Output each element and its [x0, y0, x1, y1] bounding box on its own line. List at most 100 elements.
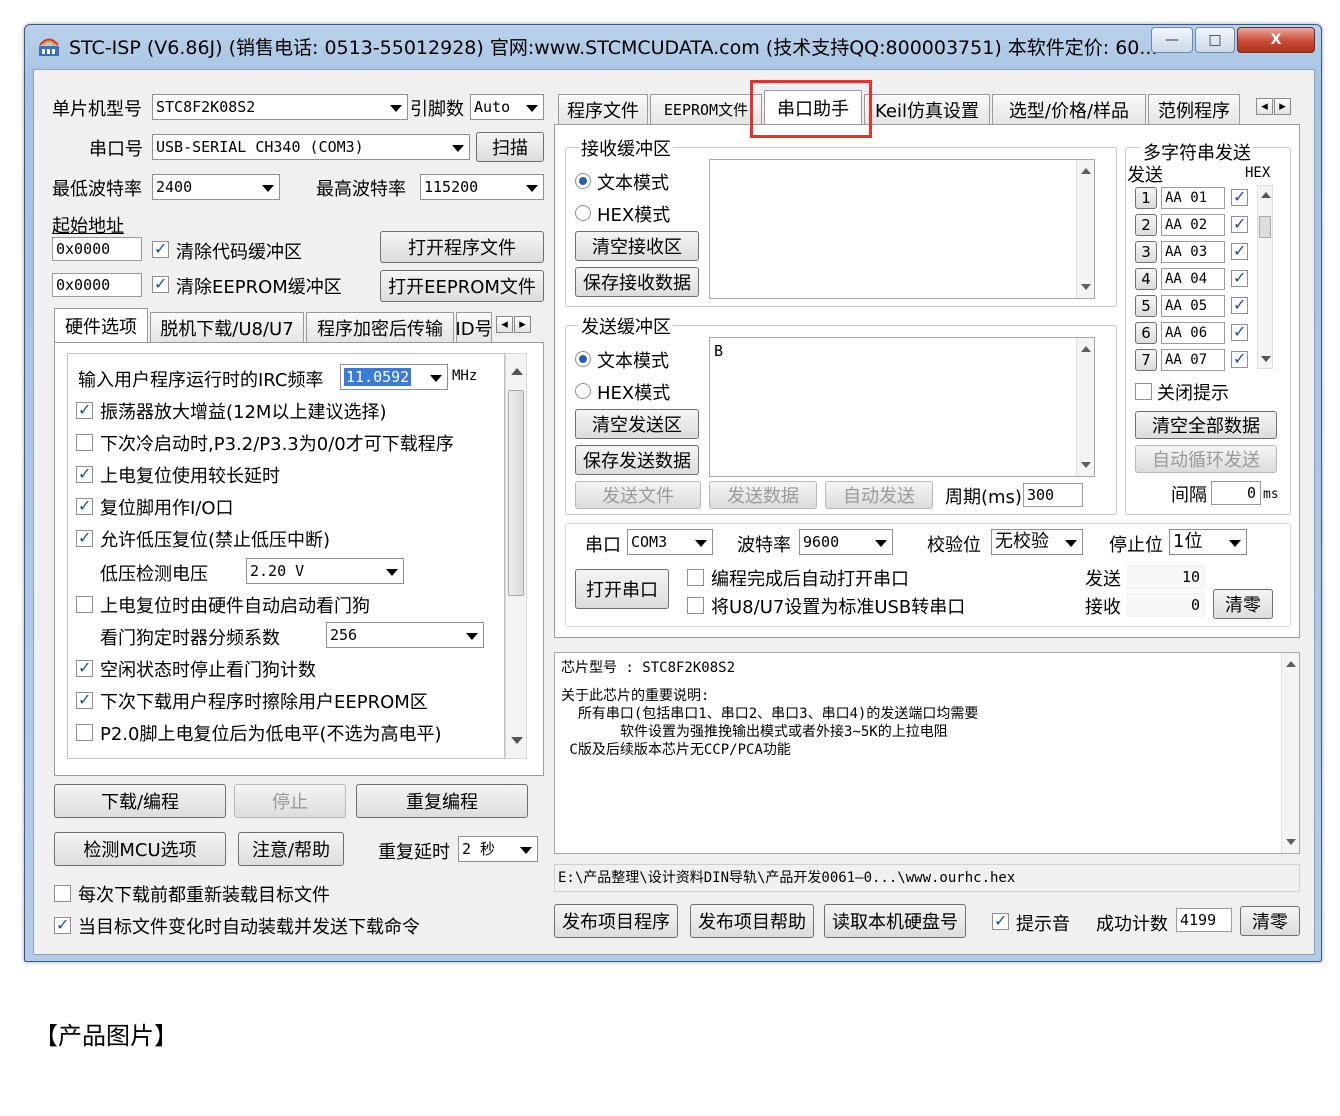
multi-send-row-input[interactable]: AA 07 — [1161, 349, 1225, 371]
multi-send-row-input[interactable]: AA 05 — [1161, 295, 1225, 317]
beep-checkbox[interactable] — [992, 911, 1009, 930]
scroll-thumb[interactable] — [1259, 216, 1271, 238]
multi-send-row-button[interactable]: 6 — [1135, 322, 1157, 344]
port-select[interactable]: USB-SERIAL CH340 (COM3) — [152, 134, 470, 160]
receive-scrollbar[interactable] — [1076, 160, 1094, 298]
close-button[interactable]: X — [1237, 27, 1315, 53]
option-checkbox[interactable] — [76, 596, 93, 613]
clear-receive-button[interactable]: 清空接收区 — [575, 231, 699, 261]
open-eeprom-file-button[interactable]: 打开EEPROM文件 — [380, 270, 544, 302]
multi-send-row-input[interactable]: AA 01 — [1161, 187, 1225, 209]
option-checkbox[interactable] — [76, 434, 93, 451]
serial-port-select[interactable]: COM3 — [627, 529, 713, 555]
help-button[interactable]: 注意/帮助 — [238, 832, 344, 866]
publish-help-button[interactable]: 发布项目帮助 — [690, 904, 814, 938]
multi-send-row-button[interactable]: 7 — [1135, 349, 1157, 371]
send-text-mode-radio[interactable] — [575, 351, 591, 367]
clear-success-button[interactable]: 清零 — [1240, 906, 1300, 936]
tab-hardware-options[interactable]: 硬件选项 — [54, 308, 148, 342]
publish-program-button[interactable]: 发布项目程序 — [554, 904, 678, 938]
tab-encrypted-transfer[interactable]: 程序加密后传输 — [306, 312, 454, 342]
close-tip-checkbox[interactable] — [1135, 383, 1152, 400]
send-hex-mode-radio[interactable] — [575, 383, 591, 399]
pins-select[interactable]: Auto — [470, 94, 544, 120]
recv-hex-mode-radio[interactable] — [575, 205, 591, 221]
clear-all-button[interactable]: 清空全部数据 — [1135, 411, 1277, 439]
mcu-type-select[interactable]: STC8F2K08S2 — [152, 94, 408, 120]
tab-scroll-left-icon[interactable]: ◂ — [1256, 98, 1273, 115]
stop-button[interactable]: 停止 — [234, 784, 346, 818]
clear-code-checkbox[interactable] — [152, 239, 169, 258]
interval-input[interactable]: 0 — [1211, 481, 1261, 505]
tab-examples[interactable]: 范例程序 — [1148, 94, 1240, 124]
multi-send-row-input[interactable]: AA 06 — [1161, 322, 1225, 344]
option-checkbox[interactable] — [76, 690, 93, 709]
tab-offline-download[interactable]: 脱机下载/U8/U7 — [150, 312, 304, 342]
recv-text-mode-radio[interactable] — [575, 173, 591, 189]
option-checkbox[interactable] — [76, 528, 93, 547]
multi-send-hex-checkbox[interactable] — [1231, 268, 1248, 287]
min-baud-select[interactable]: 2400 — [152, 174, 280, 200]
multi-send-row-input[interactable]: AA 02 — [1161, 214, 1225, 236]
parity-select[interactable]: 无校验 — [991, 529, 1083, 555]
scroll-down-icon[interactable] — [511, 737, 523, 744]
multi-send-hex-checkbox[interactable] — [1231, 322, 1248, 341]
multi-send-hex-checkbox[interactable] — [1231, 187, 1248, 206]
scroll-up-icon[interactable] — [511, 368, 523, 375]
scroll-thumb[interactable] — [508, 390, 524, 596]
maximize-button[interactable]: □ — [1195, 27, 1235, 53]
receive-textarea[interactable] — [709, 159, 1095, 299]
option-checkbox[interactable] — [76, 496, 93, 515]
open-serial-button[interactable]: 打开串口 — [575, 569, 669, 609]
tab-keil-settings[interactable]: Keil仿真设置 — [864, 94, 990, 124]
auto-send-button[interactable]: 自动发送 — [825, 481, 933, 509]
multi-send-row-input[interactable]: AA 04 — [1161, 268, 1225, 290]
multi-send-row-button[interactable]: 5 — [1135, 295, 1157, 317]
stop-bits-select[interactable]: 1位 — [1169, 529, 1247, 555]
save-send-button[interactable]: 保存发送数据 — [575, 445, 699, 475]
reload-checkbox[interactable] — [54, 885, 71, 902]
tab-scroll-left-icon[interactable]: ◂ — [496, 316, 513, 333]
open-program-file-button[interactable]: 打开程序文件 — [380, 231, 544, 263]
multi-send-hex-checkbox[interactable] — [1231, 295, 1248, 314]
read-disk-button[interactable]: 读取本机硬盘号 — [824, 904, 966, 938]
clear-count-button[interactable]: 清零 — [1213, 589, 1273, 619]
clear-send-button[interactable]: 清空发送区 — [575, 409, 699, 439]
irc-frequency-select[interactable]: 11.0592 — [340, 364, 448, 390]
tab-id[interactable]: ID号 — [456, 312, 492, 342]
scroll-up-icon[interactable] — [1081, 346, 1091, 352]
scroll-up-icon[interactable] — [1081, 168, 1091, 174]
multi-send-row-input[interactable]: AA 03 — [1161, 241, 1225, 263]
option-checkbox[interactable] — [76, 724, 93, 741]
scroll-up-icon[interactable] — [1286, 661, 1296, 667]
wdt-divider-select[interactable]: 256 — [326, 622, 484, 648]
info-scrollbar[interactable] — [1281, 653, 1299, 853]
scroll-down-icon[interactable] — [1261, 356, 1271, 362]
multi-send-hex-checkbox[interactable] — [1231, 214, 1248, 233]
minimize-button[interactable]: — — [1151, 27, 1193, 53]
baud-select[interactable]: 9600 — [799, 529, 893, 555]
tab-selection-price[interactable]: 选型/价格/样品 — [992, 94, 1146, 124]
options-scrollbar[interactable] — [505, 353, 527, 759]
send-scrollbar[interactable] — [1076, 338, 1094, 476]
detect-mcu-button[interactable]: 检测MCU选项 — [54, 832, 226, 866]
multi-send-row-button[interactable]: 3 — [1135, 241, 1157, 263]
scroll-down-icon[interactable] — [1286, 839, 1296, 845]
scroll-down-icon[interactable] — [1081, 462, 1091, 468]
auto-loop-send-button[interactable]: 自动循环发送 — [1135, 445, 1277, 473]
send-data-button[interactable]: 发送数据 — [709, 481, 817, 509]
multi-send-hex-checkbox[interactable] — [1231, 241, 1248, 260]
multi-send-hex-checkbox[interactable] — [1231, 349, 1248, 368]
title-bar[interactable]: STC-ISP (V6.86J) (销售电话: 0513-55012928) 官… — [25, 25, 1321, 69]
download-button[interactable]: 下载/编程 — [54, 784, 226, 818]
auto-send-download-checkbox[interactable] — [54, 915, 71, 934]
low-voltage-select[interactable]: 2.20 V — [246, 558, 404, 584]
auto-open-serial-checkbox[interactable] — [687, 569, 704, 586]
max-baud-select[interactable]: 115200 — [420, 174, 544, 200]
reprogram-button[interactable]: 重复编程 — [356, 784, 528, 818]
eeprom-address-input[interactable]: 0x0000 — [52, 273, 142, 297]
send-file-button[interactable]: 发送文件 — [575, 481, 701, 509]
repeat-delay-select[interactable]: 2 秒 — [458, 836, 538, 862]
save-receive-button[interactable]: 保存接收数据 — [575, 267, 699, 297]
start-address-input[interactable]: 0x0000 — [52, 237, 142, 261]
